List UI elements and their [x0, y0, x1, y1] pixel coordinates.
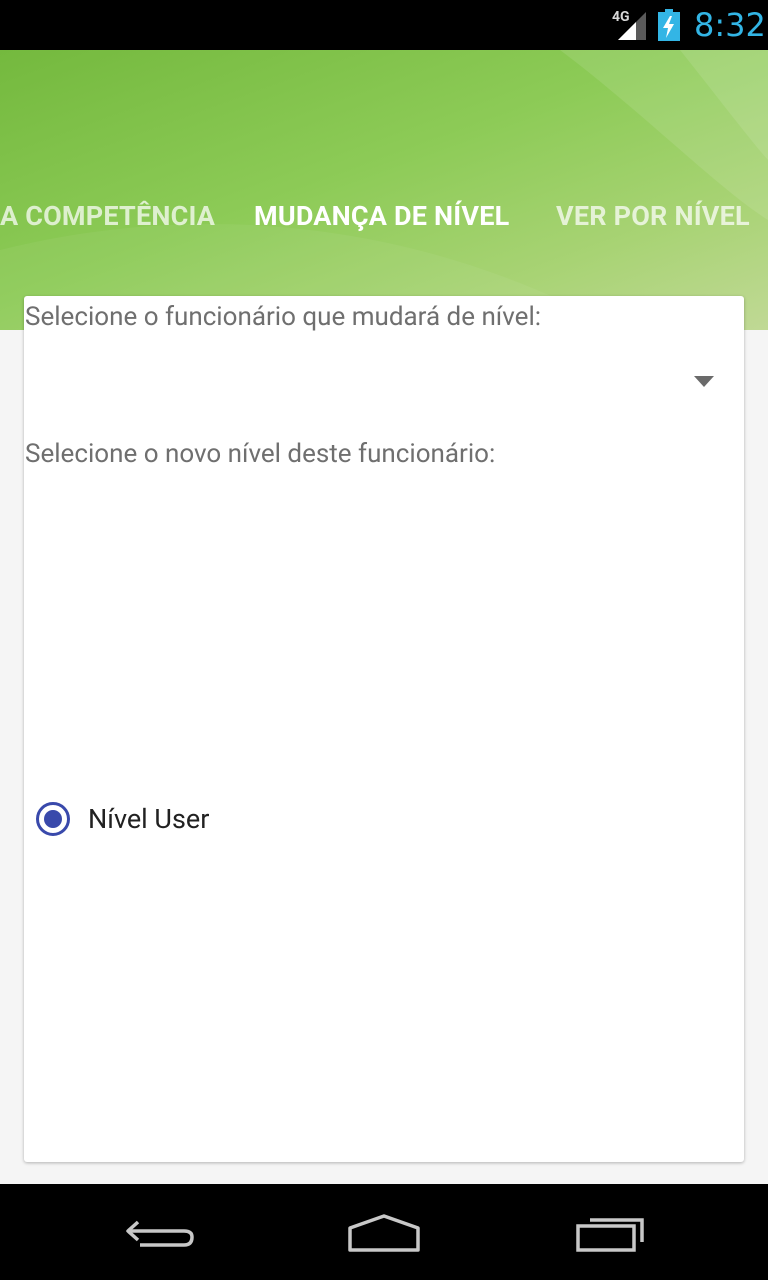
level-prompt-label: Selecione o novo nível deste funcionário…: [25, 439, 496, 469]
status-bar: 4G 8:32: [0, 0, 768, 50]
header-background-swoosh: [0, 50, 768, 330]
employee-prompt-label: Selecione o funcionário que mudará de ní…: [25, 302, 542, 332]
tab-mudanca-de-nivel[interactable]: MUDANÇA DE NÍVEL: [254, 200, 509, 232]
tab-competencia[interactable]: A COMPETÊNCIA: [0, 200, 215, 232]
battery-charging-icon: [658, 9, 680, 41]
radio-button-nivel-user[interactable]: [36, 802, 70, 836]
radio-checked-dot: [44, 810, 62, 828]
level-change-card: Selecione o funcionário que mudará de ní…: [24, 296, 744, 1162]
tab-ver-por-nivel[interactable]: VER POR NÍVEL: [556, 200, 750, 232]
navigation-bar: [0, 1184, 768, 1280]
header-banner: A COMPETÊNCIA MUDANÇA DE NÍVEL VER POR N…: [0, 50, 768, 330]
tab-strip: A COMPETÊNCIA MUDANÇA DE NÍVEL VER POR N…: [0, 200, 768, 240]
dropdown-arrow-icon: [694, 376, 714, 387]
level-radio-group: Nível User: [36, 796, 209, 842]
recents-icon[interactable]: [574, 1210, 650, 1254]
clock: 8:32: [694, 6, 766, 44]
home-icon[interactable]: [346, 1210, 422, 1254]
radio-label-nivel-user[interactable]: Nível User: [88, 803, 209, 835]
employee-spinner[interactable]: [24, 346, 744, 418]
signal-icon: [618, 12, 646, 40]
back-icon[interactable]: [122, 1210, 198, 1254]
